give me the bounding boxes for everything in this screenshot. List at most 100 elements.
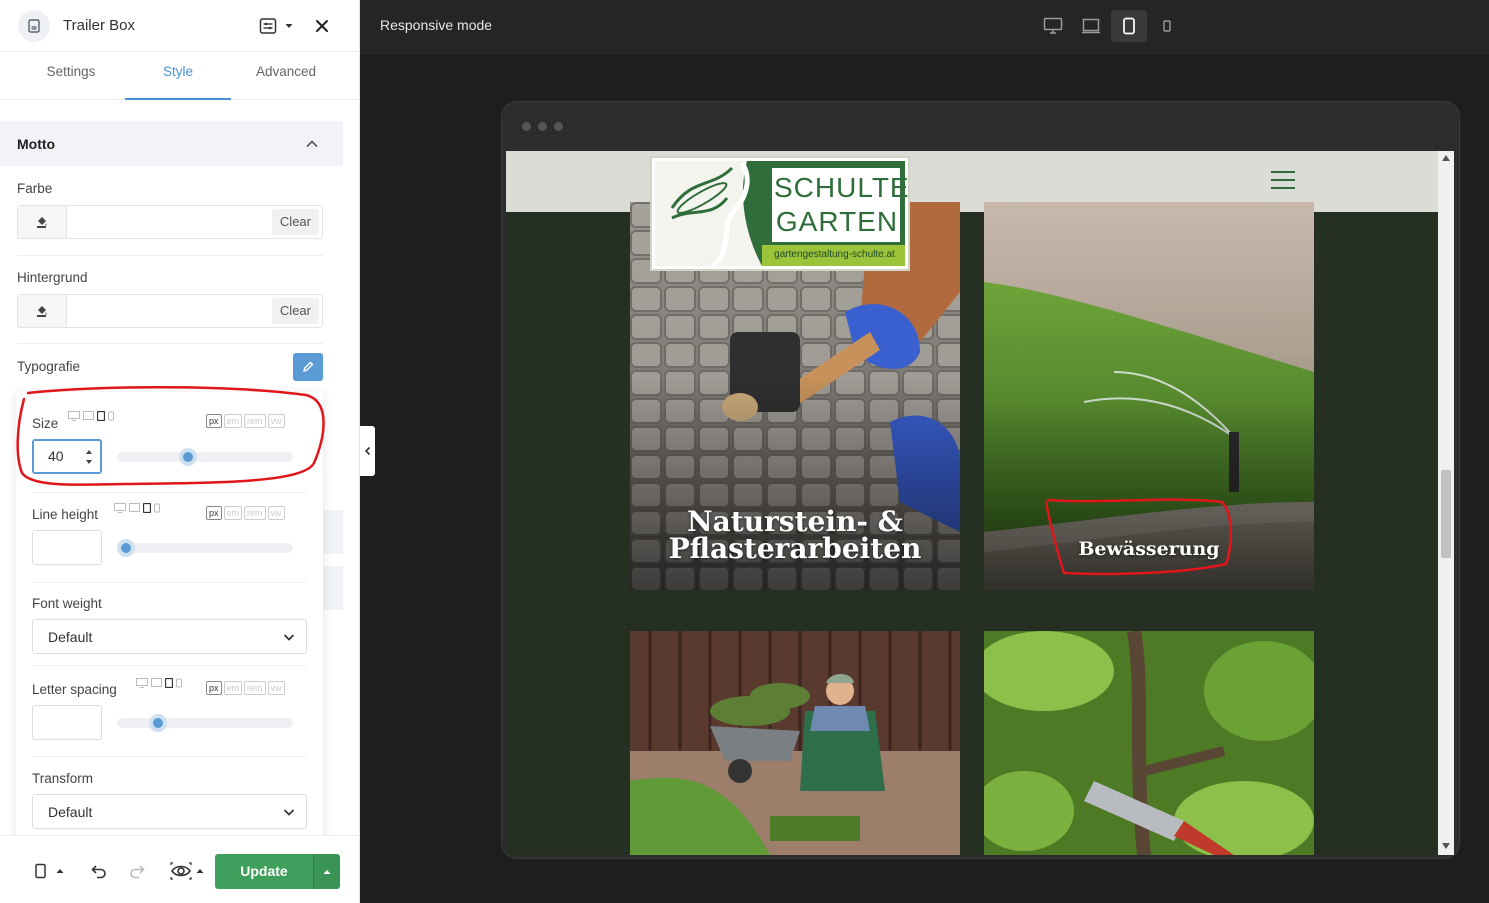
unit-rem[interactable]: rem [244, 506, 266, 520]
responsive-mode-menu-button[interactable] [30, 854, 70, 888]
hintergrund-color-field[interactable]: Clear [17, 294, 323, 328]
device-laptop-button[interactable] [1073, 10, 1109, 42]
scrollbar-thumb[interactable] [1441, 470, 1451, 558]
unit-rem[interactable]: rem [244, 414, 266, 428]
unit-px[interactable]: px [206, 414, 222, 428]
farbe-color-picker-button[interactable] [18, 206, 67, 238]
divider [17, 343, 323, 344]
size-unit-switch[interactable]: px em rem vw [206, 414, 285, 428]
service-tile[interactable]: Bewässerung [984, 202, 1314, 590]
responsive-device-switch[interactable] [114, 503, 160, 513]
unit-vw[interactable]: vw [267, 414, 285, 428]
service-tile[interactable] [630, 631, 960, 855]
divider [32, 492, 307, 493]
tab-settings[interactable]: Settings [18, 56, 124, 100]
caret-down-icon[interactable] [280, 14, 298, 38]
farbe-clear-button[interactable]: Clear [271, 209, 319, 235]
responsive-device-switch[interactable] [68, 411, 114, 421]
device-tablet-button[interactable] [1111, 10, 1147, 42]
transform-select[interactable]: Default [32, 794, 307, 829]
farbe-label: Farbe [17, 181, 53, 196]
size-input[interactable]: 40 [32, 439, 102, 474]
desktop-icon [136, 678, 148, 688]
site-logo[interactable]: SCHULTE GARTEN gartengestaltung-schulte.… [650, 156, 910, 271]
preview-menu-button[interactable] [166, 854, 208, 888]
tile-title: Naturstein- & Pflasterarbeiten [630, 508, 960, 565]
responsive-device-switch[interactable] [136, 678, 182, 688]
device-desktop-button[interactable] [1035, 10, 1071, 42]
chevron-down-icon [283, 634, 295, 641]
line-height-unit-switch[interactable]: px em rem vw [206, 506, 285, 520]
update-options-button[interactable] [313, 854, 340, 889]
divider [17, 255, 323, 256]
tab-advanced[interactable]: Advanced [233, 56, 339, 100]
unit-em[interactable]: em [223, 681, 243, 695]
line-height-input[interactable] [32, 530, 102, 565]
laptop-icon [1082, 18, 1100, 34]
update-button[interactable]: Update [215, 854, 313, 889]
unit-px[interactable]: px [206, 506, 222, 520]
section-motto-header[interactable]: Motto [0, 121, 343, 166]
service-tile[interactable] [984, 631, 1314, 855]
hintergrund-label: Hintergrund [17, 270, 88, 285]
letter-spacing-unit-switch[interactable]: px em rem vw [206, 681, 285, 695]
eye-icon [169, 862, 192, 880]
letter-spacing-input[interactable] [32, 705, 102, 740]
panel-footer: Update [0, 835, 359, 903]
unit-em[interactable]: em [223, 506, 243, 520]
farbe-color-field[interactable]: Clear [17, 205, 323, 239]
unit-em[interactable]: em [223, 414, 243, 428]
caret-up-icon [56, 869, 64, 873]
typografie-label: Typografie [17, 359, 81, 374]
menu-icon[interactable] [1271, 171, 1295, 189]
transform-label: Transform [32, 771, 94, 786]
typografie-edit-button[interactable] [293, 353, 323, 381]
close-button[interactable] [310, 14, 334, 38]
hintergrund-color-picker-button[interactable] [18, 295, 67, 327]
redo-icon [130, 865, 145, 879]
hintergrund-clear-button[interactable]: Clear [271, 298, 319, 324]
panel-tabs: Settings Style Advanced [0, 56, 359, 100]
size-slider[interactable] [117, 448, 293, 466]
size-slider-handle[interactable] [178, 448, 197, 466]
panel-title: Trailer Box [63, 17, 135, 34]
pencil-icon [303, 361, 314, 372]
mobile-icon [176, 678, 182, 688]
caret-up-icon [196, 869, 203, 873]
tablet-landscape-icon [83, 411, 94, 420]
device-mobile-button[interactable] [1149, 10, 1185, 42]
desktop-icon [68, 411, 80, 421]
unit-px[interactable]: px [206, 681, 222, 695]
font-weight-select[interactable]: Default [32, 619, 307, 654]
divider [32, 582, 307, 583]
line-height-slider[interactable] [117, 539, 293, 557]
line-height-label: Line height [32, 507, 99, 522]
redo-button[interactable] [124, 854, 150, 888]
scroll-up-icon [1442, 155, 1450, 161]
vertical-scrollbar[interactable] [1438, 151, 1454, 855]
tab-style[interactable]: Style [125, 56, 231, 100]
size-label: Size [32, 416, 59, 431]
window-dots [522, 122, 563, 131]
font-weight-value: Default [48, 629, 93, 645]
letter-spacing-slider[interactable] [117, 714, 293, 732]
unit-vw[interactable]: vw [267, 681, 285, 695]
close-icon [316, 20, 328, 32]
letter-spacing-slider-handle[interactable] [148, 714, 167, 732]
tablet-icon [35, 863, 46, 879]
mobile-icon [1163, 20, 1171, 32]
collapse-panel-button[interactable] [360, 426, 375, 476]
logo-url: gartengestaltung-schulte.at [774, 249, 895, 260]
gardener-image [630, 631, 960, 855]
tile-title-line: Pflasterarbeiten [668, 532, 922, 565]
unit-rem[interactable]: rem [244, 681, 266, 695]
annotation-highlight [1044, 498, 1233, 576]
structure-toggle-button[interactable] [256, 14, 280, 38]
divider [32, 756, 307, 757]
stepper-icon[interactable] [84, 446, 94, 468]
divider [32, 665, 307, 666]
undo-button[interactable] [86, 854, 112, 888]
line-height-slider-handle[interactable] [117, 539, 135, 557]
site-preview: SCHULTE GARTEN gartengestaltung-schulte.… [506, 151, 1454, 855]
unit-vw[interactable]: vw [267, 506, 285, 520]
